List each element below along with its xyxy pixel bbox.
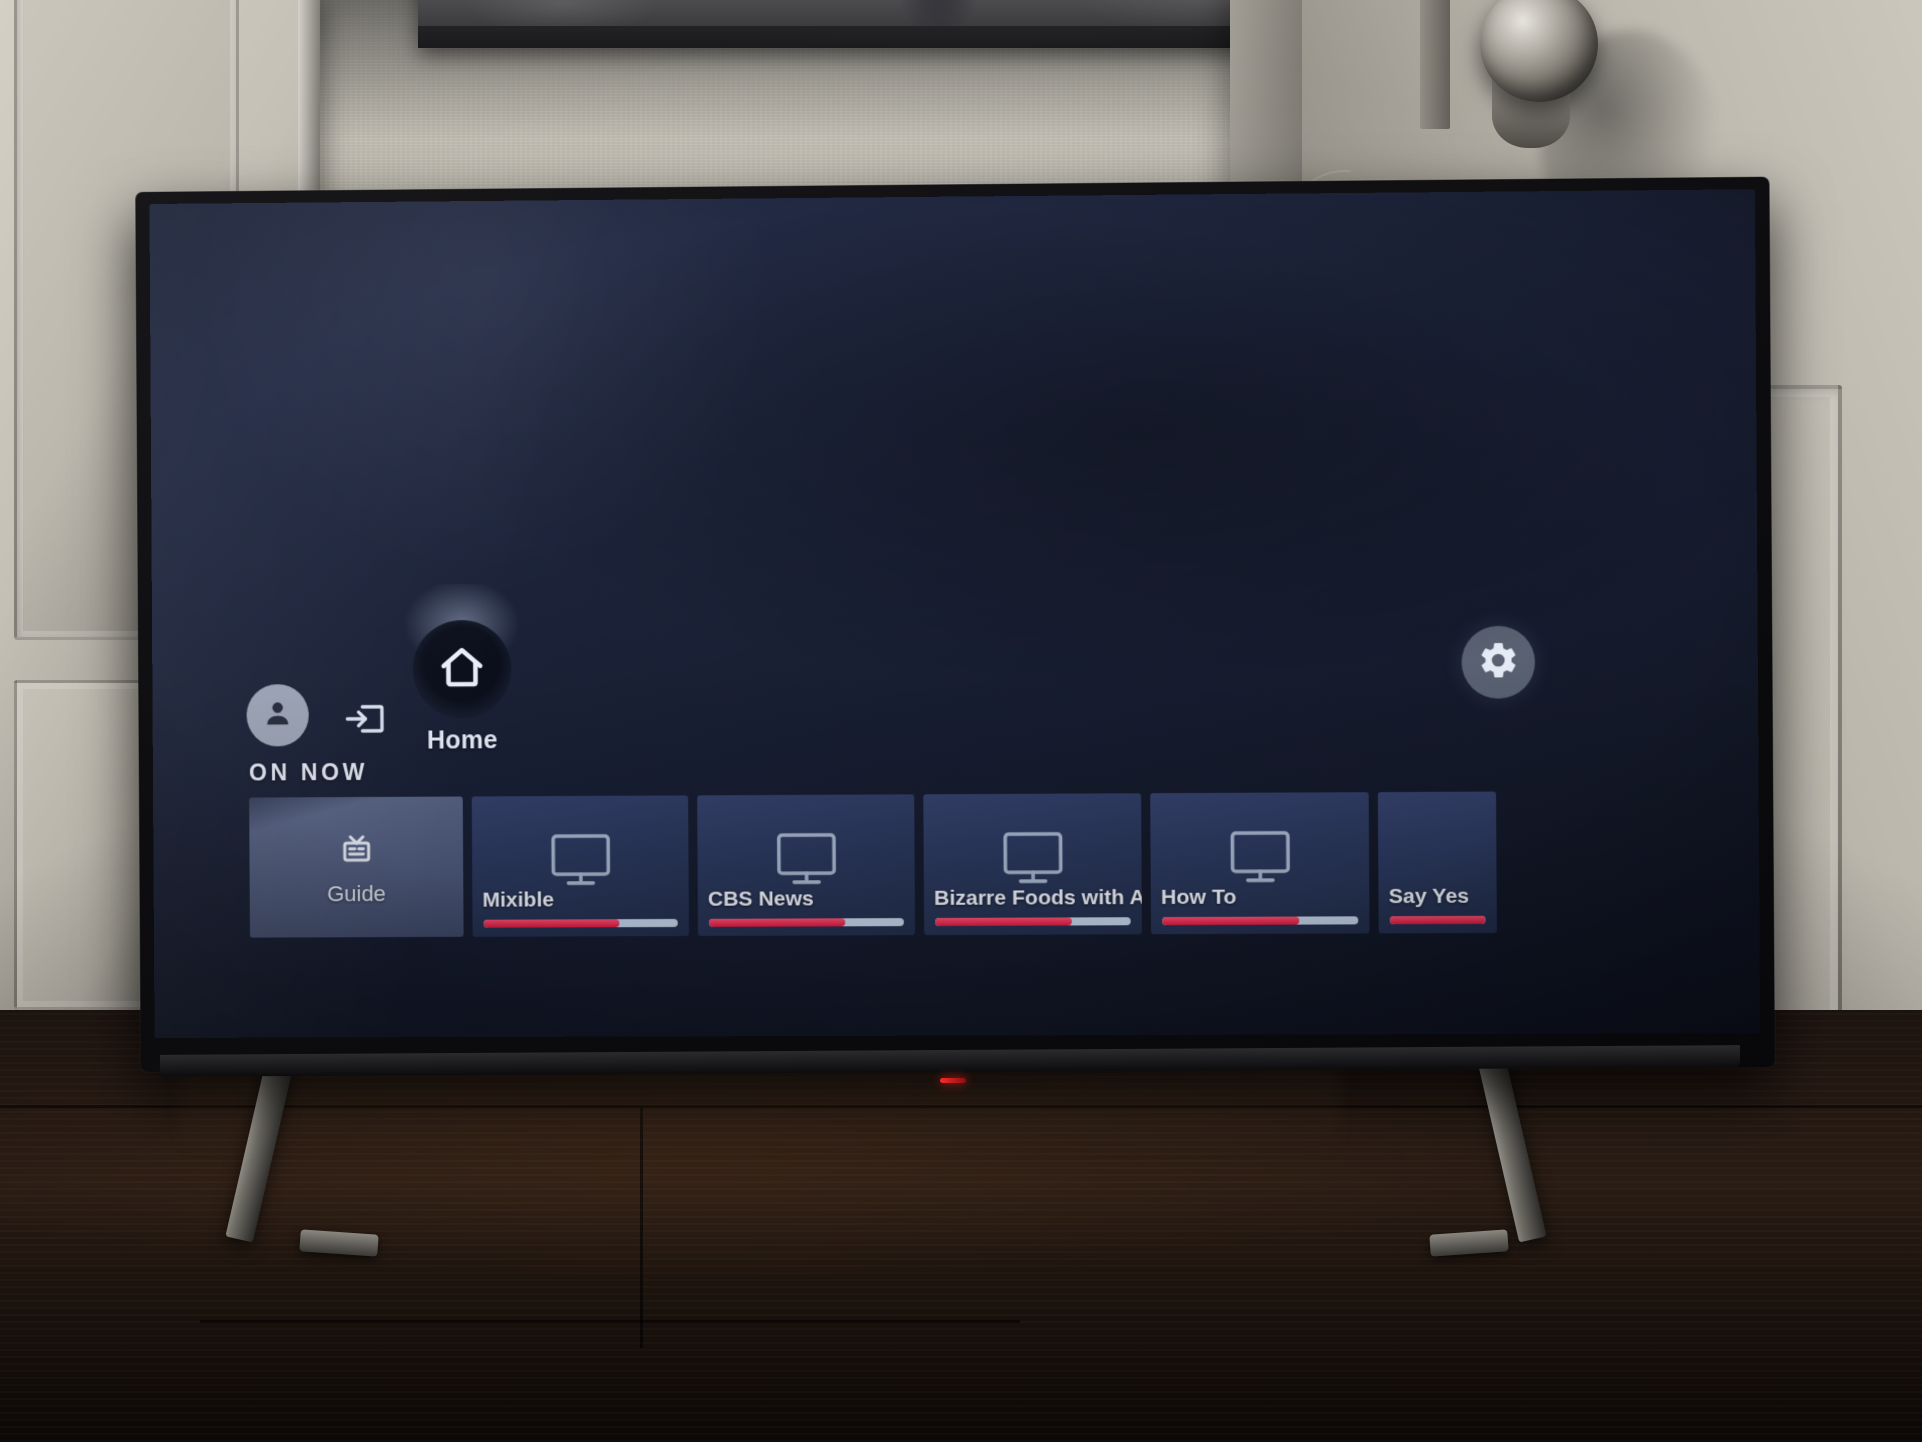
home-label: Home bbox=[426, 726, 498, 755]
channel-progress-bar bbox=[935, 917, 1131, 927]
room-photo-scene: Home ON NOW Guide Mixible CBS News Bizar… bbox=[0, 0, 1922, 1442]
tv-antenna-icon bbox=[335, 827, 377, 869]
channel-name: How To bbox=[1160, 885, 1237, 910]
channel-progress-bar bbox=[1389, 915, 1486, 925]
home-icon bbox=[436, 641, 489, 698]
channel-tile[interactable]: Mixible bbox=[471, 795, 689, 937]
nav-item-home[interactable]: Home bbox=[381, 583, 543, 756]
channel-progress-bar bbox=[483, 918, 678, 928]
input-source-icon bbox=[343, 701, 385, 742]
channel-progress-bar bbox=[1162, 916, 1359, 926]
channel-tile[interactable]: Bizarre Foods with Andrew … bbox=[923, 793, 1142, 936]
channel-tile[interactable]: How To bbox=[1150, 792, 1370, 935]
top-nav-bar: Home bbox=[246, 583, 543, 757]
channel-name: Say Yes bbox=[1388, 884, 1470, 909]
door-latch-plate bbox=[1420, 0, 1450, 129]
tv-screen: Home ON NOW Guide Mixible CBS News Bizar… bbox=[149, 189, 1761, 1039]
nav-item-source[interactable] bbox=[343, 701, 385, 742]
channel-progress-bar bbox=[709, 918, 904, 927]
person-icon bbox=[261, 696, 295, 735]
profile-avatar[interactable] bbox=[246, 684, 309, 747]
channel-name: Mixible bbox=[482, 888, 555, 912]
floor-plank-seam-2 bbox=[200, 1320, 1020, 1323]
artwork-frame-edge bbox=[418, 26, 1315, 48]
on-now-tile-row[interactable]: Guide Mixible CBS News Bizarre Foods wit… bbox=[249, 791, 1497, 938]
channel-tile[interactable]: CBS News bbox=[697, 794, 916, 936]
tv-power-led bbox=[940, 1078, 966, 1083]
channel-tile[interactable]: Say Yes bbox=[1377, 791, 1497, 934]
settings-button[interactable] bbox=[1461, 625, 1536, 699]
television: Home ON NOW Guide Mixible CBS News Bizar… bbox=[135, 176, 1775, 1073]
section-title-on-now: ON NOW bbox=[248, 758, 369, 786]
wall-artwork bbox=[418, 0, 1315, 48]
tv-home-ui: Home ON NOW Guide Mixible CBS News Bizar… bbox=[149, 189, 1760, 1038]
home-icon-circle[interactable] bbox=[412, 619, 512, 719]
guide-tile[interactable]: Guide bbox=[249, 796, 464, 938]
channel-name: CBS News bbox=[707, 887, 814, 911]
channel-name: Bizarre Foods with Andrew … bbox=[933, 885, 1142, 910]
guide-tile-label: Guide bbox=[326, 881, 386, 907]
gear-icon bbox=[1477, 638, 1520, 686]
nav-item-profile[interactable] bbox=[246, 684, 309, 756]
